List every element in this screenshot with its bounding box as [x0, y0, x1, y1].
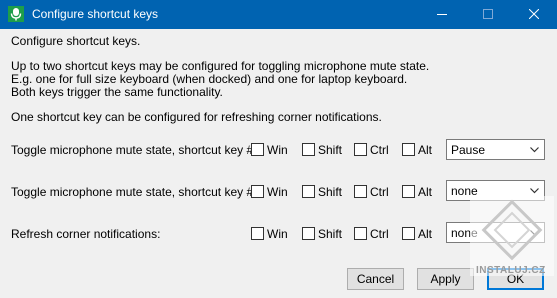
ctrl-checkbox[interactable] [354, 185, 367, 198]
ctrl-label: Ctrl [370, 185, 389, 199]
shift-checkbox[interactable] [302, 227, 315, 240]
description-line-1: Up to two shortcut keys may be configure… [11, 59, 430, 73]
dialog-heading: Configure shortcut keys. [11, 34, 141, 48]
win-checkbox[interactable] [251, 185, 264, 198]
description-line-2: E.g. one for full size keyboard (when do… [11, 72, 408, 86]
alt-checkbox[interactable] [402, 143, 415, 156]
watermark-text: INSTALUJ.CZ [476, 265, 546, 276]
minimize-button[interactable] [419, 0, 465, 29]
chevron-down-icon [530, 188, 539, 194]
maximize-icon [483, 9, 493, 19]
ctrl-checkbox[interactable] [354, 143, 367, 156]
win-label: Win [267, 185, 288, 199]
shift-label: Shift [318, 227, 343, 241]
key-dropdown[interactable]: Pause [446, 139, 545, 160]
win-label: Win [267, 143, 288, 157]
title-bar[interactable]: Configure shortcut keys [0, 0, 557, 29]
win-checkbox[interactable] [251, 143, 264, 156]
description-line-3: Both keys trigger the same functionality… [11, 85, 223, 99]
watermark-logo [470, 196, 554, 276]
close-button[interactable] [511, 0, 557, 29]
shift-label: Shift [318, 185, 343, 199]
win-label: Win [267, 227, 288, 241]
window-title: Configure shortcut keys [32, 7, 159, 21]
win-checkbox[interactable] [251, 227, 264, 240]
key-dropdown-value: Pause [451, 143, 486, 157]
close-icon [529, 9, 539, 19]
alt-checkbox[interactable] [402, 185, 415, 198]
row-label: Refresh corner notifications: [11, 227, 161, 241]
alt-label: Alt [418, 185, 433, 199]
row-label: Toggle microphone mute state, shortcut k… [11, 185, 264, 199]
shift-checkbox[interactable] [302, 185, 315, 198]
ctrl-label: Ctrl [370, 227, 389, 241]
shift-checkbox[interactable] [302, 143, 315, 156]
watermark-icon [481, 199, 543, 261]
cancel-button[interactable]: Cancel [347, 268, 404, 290]
alt-label: Alt [418, 143, 433, 157]
row-label: Toggle microphone mute state, shortcut k… [11, 143, 264, 157]
ctrl-checkbox[interactable] [354, 227, 367, 240]
microphone-icon [8, 6, 24, 22]
apply-button[interactable]: Apply [417, 268, 474, 290]
refresh-note: One shortcut key can be configured for r… [11, 110, 382, 124]
maximize-button[interactable] [465, 0, 511, 29]
minimize-icon [437, 14, 447, 15]
ctrl-label: Ctrl [370, 143, 389, 157]
shift-label: Shift [318, 143, 343, 157]
alt-label: Alt [418, 227, 433, 241]
alt-checkbox[interactable] [402, 227, 415, 240]
chevron-down-icon [530, 147, 539, 153]
